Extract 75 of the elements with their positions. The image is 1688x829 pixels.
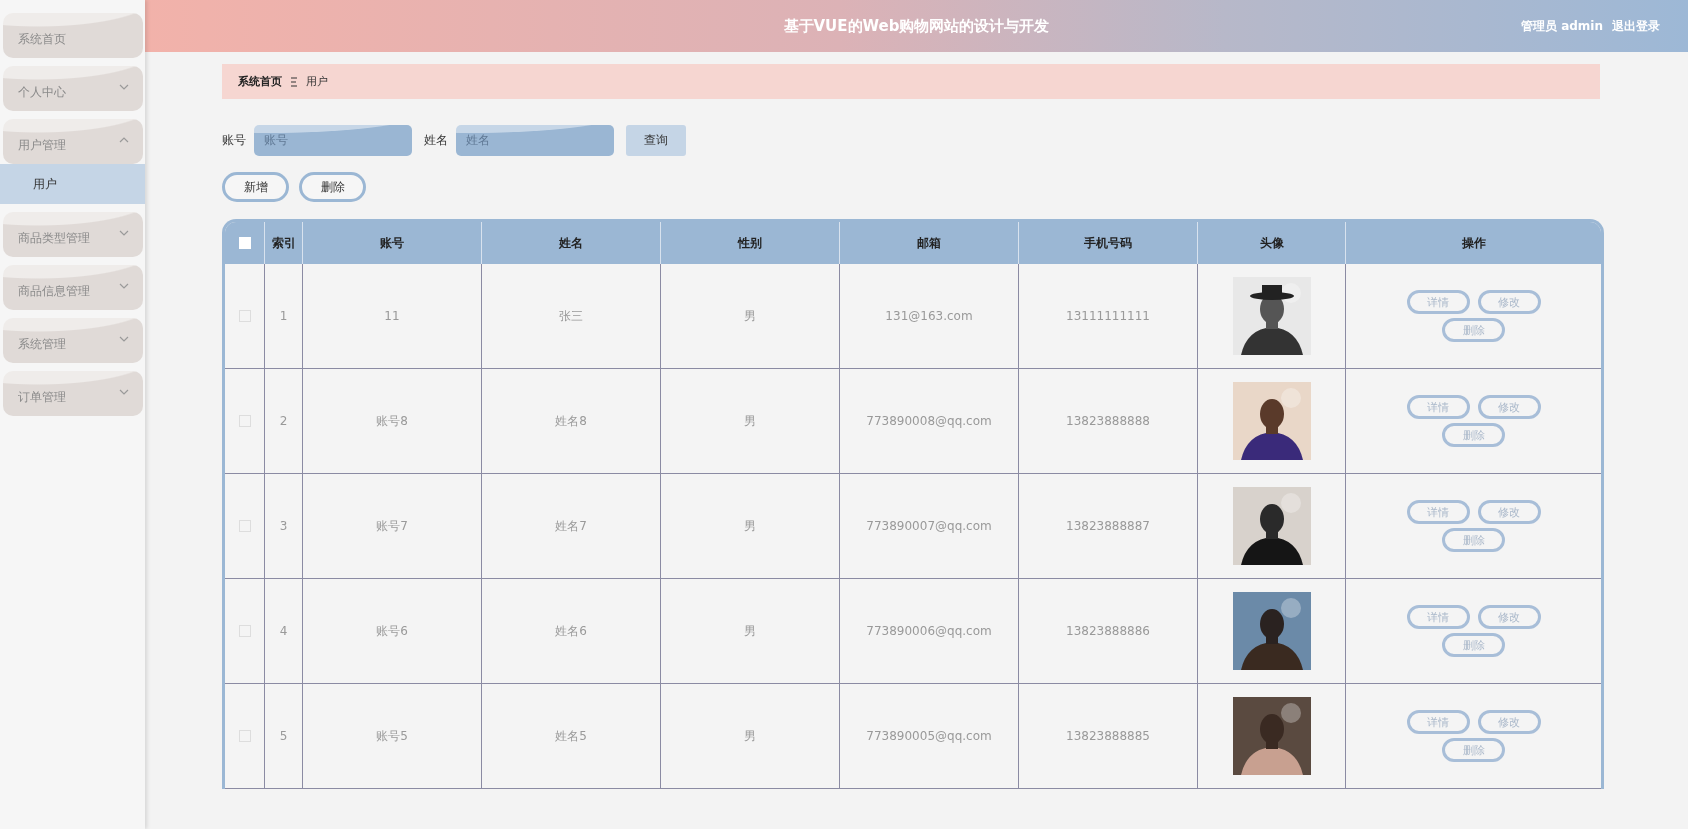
row-action-button[interactable]: 详情 (1406, 605, 1470, 629)
table-cell: 131@163.com (840, 264, 1019, 368)
table-cell: 男 (661, 684, 840, 788)
row-action-button[interactable]: 删除 (1442, 738, 1505, 762)
table-cell: 13823888888 (1019, 369, 1198, 473)
table-cell: 773890005@qq.com (840, 684, 1019, 788)
column-header: 手机号码 (1019, 222, 1198, 264)
row-action-button[interactable]: 修改 (1477, 500, 1541, 524)
table-cell: 3 (265, 474, 303, 578)
table-cell: 5 (265, 684, 303, 788)
table-cell: 773890007@qq.com (840, 474, 1019, 578)
table-cell: 13823888886 (1019, 579, 1198, 683)
submenu-item[interactable]: 用户 (0, 164, 145, 204)
search-field[interactable]: 账号 (254, 124, 412, 156)
table-cell: 男 (661, 264, 840, 368)
row-action-button[interactable]: 详情 (1406, 395, 1470, 419)
table-cell: 姓名8 (482, 369, 661, 473)
column-header: 姓名 (482, 222, 661, 264)
table-cell: 773890006@qq.com (840, 579, 1019, 683)
table-cell: 男 (661, 369, 840, 473)
row-action-button[interactable]: 修改 (1477, 290, 1541, 314)
logout-link[interactable]: 退出登录 (1612, 17, 1660, 35)
column-header: 操作 (1460, 234, 1487, 252)
table-cell: 姓名7 (482, 474, 661, 578)
column-header: 性别 (661, 222, 840, 264)
column-header: 头像 (1198, 222, 1346, 264)
field-label: 账号 (222, 131, 246, 149)
row-action-button[interactable]: 修改 (1477, 710, 1541, 734)
row-action-button[interactable]: 详情 (1406, 500, 1470, 524)
column-header: 账号 (303, 222, 482, 264)
select-all-checkbox[interactable] (238, 237, 251, 249)
table-cell: 姓名5 (482, 684, 661, 788)
separator-icon (290, 76, 298, 87)
table-cell: 11 (303, 264, 482, 368)
column-header: 索引 (265, 222, 303, 264)
table-cell: 13823888885 (1019, 684, 1198, 788)
sidebar-item[interactable]: 系统首页 (3, 13, 143, 58)
user-label: 管理员 admin (1520, 17, 1603, 35)
table-cell: 男 (661, 579, 840, 683)
table-cell: 张三 (482, 264, 661, 368)
row-action-button[interactable]: 详情 (1406, 290, 1470, 314)
sidebar-item[interactable]: 个人中心 (3, 66, 143, 111)
breadcrumb-link[interactable]: 系统首页 (238, 74, 282, 89)
row-action-button[interactable]: 修改 (1477, 605, 1541, 629)
row-action-button[interactable]: 删除 (1442, 528, 1505, 552)
search-button[interactable]: 查询 (626, 124, 686, 156)
row-action-button[interactable]: 删除 (1442, 423, 1505, 447)
row-action-button[interactable]: 删除 (1442, 318, 1505, 342)
site-title: 基于VUE的Web购物网站的设计与开发 (783, 16, 1050, 36)
field-label: 姓名 (424, 131, 448, 149)
table-cell: 账号8 (303, 369, 482, 473)
sidebar-item[interactable]: 订单管理 (3, 371, 143, 416)
row-action-button[interactable]: 修改 (1477, 395, 1541, 419)
search-field[interactable]: 姓名 (456, 124, 614, 156)
row-action-button[interactable]: 删除 (1442, 633, 1505, 657)
sidebar-item[interactable]: 用户管理 (3, 119, 143, 164)
table-cell: 1 (265, 264, 303, 368)
table-cell: 2 (265, 369, 303, 473)
table-cell: 4 (265, 579, 303, 683)
sidebar-item[interactable]: 商品信息管理 (3, 265, 143, 310)
table-cell: 账号6 (303, 579, 482, 683)
table-cell: 账号7 (303, 474, 482, 578)
table-cell: 姓名6 (482, 579, 661, 683)
action-button[interactable]: 新增 (222, 172, 289, 202)
breadcrumb-link[interactable]: 用户 (306, 74, 328, 89)
table-cell: 账号5 (303, 684, 482, 788)
table-cell: 男 (661, 474, 840, 578)
action-button[interactable]: 删除 (299, 172, 366, 202)
table-cell: 13823888887 (1019, 474, 1198, 578)
column-header: 邮箱 (840, 222, 1019, 264)
table-cell: 773890008@qq.com (840, 369, 1019, 473)
table-cell: 13111111111 (1019, 264, 1198, 368)
sidebar-item[interactable]: 系统管理 (3, 318, 143, 363)
row-action-button[interactable]: 详情 (1406, 710, 1470, 734)
sidebar-item[interactable]: 商品类型管理 (3, 212, 143, 257)
